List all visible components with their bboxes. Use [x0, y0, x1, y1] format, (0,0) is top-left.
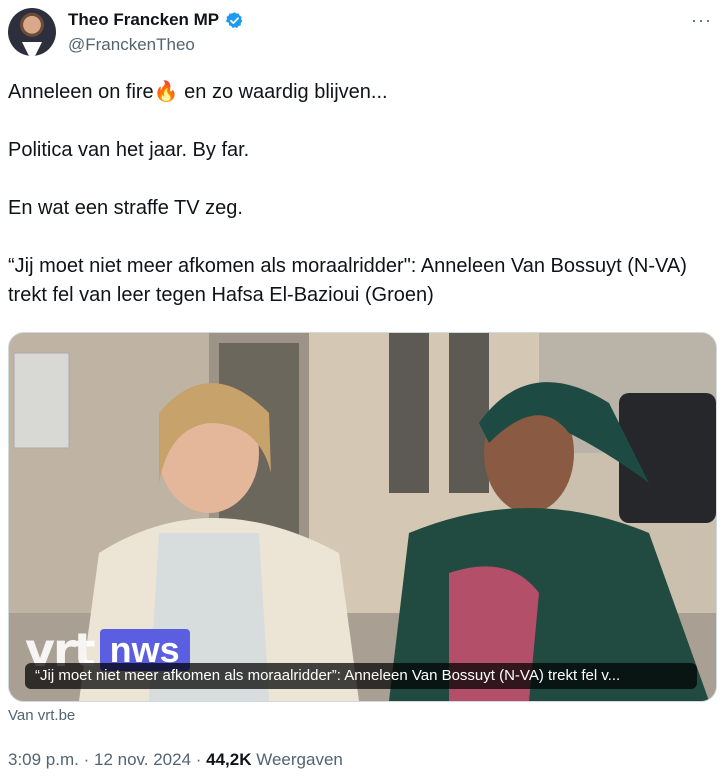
author-display-name[interactable]: Theo Francken MP [68, 10, 219, 30]
verified-badge-icon [226, 11, 243, 28]
video-thumbnail[interactable]: vrt nws “Jij moet niet meer afkomen als … [8, 332, 717, 702]
tweet-date[interactable]: 12 nov. 2024 [94, 750, 191, 769]
tweet-line-3: En wat een straffe TV zeg. [8, 197, 243, 219]
video-caption: “Jij moet niet meer afkomen als moraalri… [25, 663, 697, 689]
tweet-line-4: “Jij moet niet meer afkomen als moraalri… [8, 255, 693, 306]
tweet-meta: 3:09 p.m. · 12 nov. 2024 · 44,2K Weergav… [8, 750, 343, 769]
tweet-text: Anneleen on fire🔥 en zo waardig blijven.… [8, 78, 708, 310]
more-horizontal-icon[interactable]: ··· [691, 10, 712, 31]
views-label: Weergaven [251, 750, 343, 769]
views-count: 44,2K [206, 750, 252, 769]
fire-emoji-icon: 🔥 [153, 81, 179, 103]
author-handle[interactable]: @FranckenTheo [68, 35, 195, 55]
tweet-time[interactable]: 3:09 p.m. [8, 750, 79, 769]
author-avatar[interactable] [8, 8, 56, 56]
link-source[interactable]: Van vrt.be [8, 707, 75, 724]
author-name-row: Theo Francken MP [68, 10, 244, 30]
tweet-line-2: Politica van het jaar. By far. [8, 139, 250, 161]
tweet-line-1: Anneleen on fire🔥 en zo waardig blijven.… [8, 81, 388, 103]
